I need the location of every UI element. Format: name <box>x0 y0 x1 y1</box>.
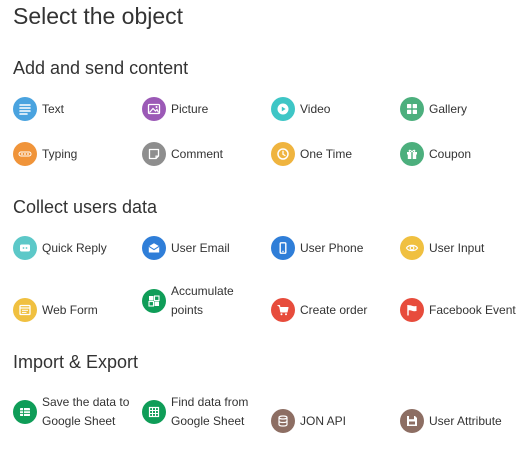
object-user-input-label: User Input <box>429 241 485 255</box>
object-comment-label: Comment <box>171 147 224 161</box>
object-coupon-label: Coupon <box>429 147 472 161</box>
cart-icon <box>271 298 295 322</box>
object-typing[interactable]: Typing <box>13 142 77 166</box>
object-user-attribute-label: User Attribute <box>429 414 502 428</box>
object-web-form[interactable]: Web Form <box>13 298 98 322</box>
object-user-phone[interactable]: User Phone <box>271 236 363 260</box>
object-user-email[interactable]: User Email <box>142 236 230 260</box>
object-typing-label: Typing <box>42 147 78 161</box>
flag-icon <box>400 298 424 322</box>
object-comment[interactable]: Comment <box>142 142 223 166</box>
picture-icon <box>142 97 166 121</box>
object-video[interactable]: Video <box>271 97 330 121</box>
object-gallery[interactable]: Gallery <box>400 97 467 121</box>
object-picture[interactable]: Picture <box>142 97 208 121</box>
object-jon-api-label: JON API <box>300 414 347 428</box>
object-text-label: Text <box>42 102 65 116</box>
object-web-form-label: Web Form <box>42 303 98 317</box>
comment-icon <box>142 142 166 166</box>
database-icon <box>271 409 295 433</box>
object-facebook-event[interactable]: Facebook Event <box>400 298 516 322</box>
phone-icon <box>271 236 295 260</box>
play-icon <box>271 97 295 121</box>
object-text[interactable]: Text <box>13 97 64 121</box>
object-save-to-sheet-label: Save the data to Google Sheet <box>42 395 130 428</box>
points-icon <box>142 289 166 313</box>
object-gallery-label: Gallery <box>429 102 468 116</box>
object-create-order[interactable]: Create order <box>271 298 367 322</box>
object-save-to-sheet[interactable]: Save the data to Google Sheet <box>13 393 138 431</box>
clock-icon <box>271 142 295 166</box>
gift-icon <box>400 142 424 166</box>
object-quick-reply[interactable]: Quick Reply <box>13 236 107 260</box>
object-one-time-label: One Time <box>300 147 353 161</box>
section-collect-data: Collect users data <box>13 197 158 217</box>
sheet-grid-icon <box>142 400 166 424</box>
page-title: Select the object <box>13 3 184 29</box>
object-quick-reply-label: Quick Reply <box>42 241 107 255</box>
object-coupon[interactable]: Coupon <box>400 142 471 166</box>
object-picture-label: Picture <box>171 102 209 116</box>
object-user-input[interactable]: User Input <box>400 236 484 260</box>
gallery-grid-icon <box>400 97 424 121</box>
eye-icon <box>400 236 424 260</box>
text-lines-icon <box>13 97 37 121</box>
envelope-icon <box>142 236 166 260</box>
object-accumulate-points-label: Accumulate points <box>171 284 234 317</box>
sheet-icon <box>13 400 37 424</box>
save-icon <box>400 409 424 433</box>
object-accumulate-points[interactable]: Accumulate points <box>142 282 267 320</box>
object-user-attribute[interactable]: User Attribute <box>400 409 502 433</box>
object-video-label: Video <box>300 102 331 116</box>
typing-dots-icon <box>13 142 37 166</box>
section-import-export: Import & Export <box>13 352 139 372</box>
object-jon-api[interactable]: JON API <box>271 409 346 433</box>
object-facebook-event-label: Facebook Event <box>429 303 516 317</box>
object-user-phone-label: User Phone <box>300 241 364 255</box>
object-create-order-label: Create order <box>300 303 368 317</box>
object-user-email-label: User Email <box>171 241 230 255</box>
section-add-content: Add and send content <box>13 58 189 78</box>
quick-reply-icon <box>13 236 37 260</box>
object-one-time[interactable]: One Time <box>271 142 352 166</box>
form-icon <box>13 298 37 322</box>
object-find-in-sheet[interactable]: Find data from Google Sheet <box>142 393 267 431</box>
object-find-in-sheet-label: Find data from Google Sheet <box>171 395 249 428</box>
